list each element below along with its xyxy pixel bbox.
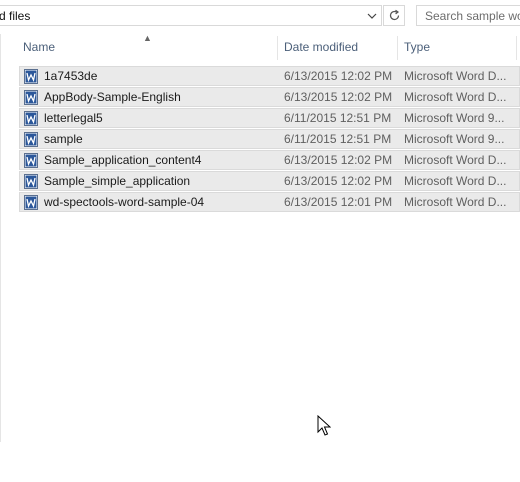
word-document-icon: [24, 174, 38, 189]
file-row[interactable]: AppBody-Sample-English 6/13/2015 12:02 P…: [19, 87, 520, 107]
file-name: AppBody-Sample-English: [44, 90, 181, 104]
refresh-button[interactable]: [383, 5, 405, 26]
file-row[interactable]: Sample_simple_application 6/13/2015 12:0…: [19, 171, 520, 191]
file-name: sample: [44, 132, 83, 146]
word-document-icon: [24, 195, 38, 210]
sort-ascending-icon: ▲: [143, 33, 152, 43]
file-name: 1a7453de: [44, 69, 98, 83]
column-header-name[interactable]: Name: [23, 36, 55, 60]
search-box[interactable]: Search sample wo: [416, 5, 520, 26]
toolbar: d files Search sample wo: [0, 0, 520, 34]
file-type: Microsoft Word D...: [404, 153, 507, 167]
refresh-icon: [389, 9, 400, 21]
address-bar[interactable]: d files: [0, 5, 382, 26]
search-placeholder: Search sample wo: [425, 9, 520, 23]
column-header-type[interactable]: Type: [404, 36, 430, 60]
file-name: Sample_application_content4: [44, 153, 202, 167]
address-path[interactable]: d files: [0, 9, 30, 23]
file-type: Microsoft Word D...: [404, 174, 507, 188]
column-resize-handle[interactable]: [277, 36, 278, 60]
file-date: 6/13/2015 12:01 PM: [284, 195, 393, 209]
file-date: 6/13/2015 12:02 PM: [284, 174, 393, 188]
file-name: Sample_simple_application: [44, 174, 191, 188]
file-type: Microsoft Word 9...: [404, 132, 505, 146]
column-resize-handle[interactable]: [397, 36, 398, 60]
navigation-pane-border: [0, 34, 1, 442]
file-date: 6/13/2015 12:02 PM: [284, 69, 393, 83]
file-row[interactable]: 1a7453de 6/13/2015 12:02 PM Microsoft Wo…: [19, 66, 520, 86]
column-header-row: ▲ Name Date modified Type: [18, 33, 520, 60]
word-document-icon: [24, 132, 38, 147]
file-type: Microsoft Word D...: [404, 69, 507, 83]
mouse-pointer-icon: [317, 415, 331, 436]
file-date: 6/13/2015 12:02 PM: [284, 153, 393, 167]
file-type: Microsoft Word D...: [404, 90, 507, 104]
column-header-date[interactable]: Date modified: [284, 36, 358, 60]
file-name: letterlegal5: [44, 111, 103, 125]
word-document-icon: [24, 69, 38, 84]
file-date: 6/11/2015 12:51 PM: [284, 111, 392, 125]
file-row[interactable]: sample 6/11/2015 12:51 PM Microsoft Word…: [19, 129, 520, 149]
file-date: 6/13/2015 12:02 PM: [284, 90, 393, 104]
word-document-icon: [24, 90, 38, 105]
word-document-icon: [24, 111, 38, 126]
file-name: wd-spectools-word-sample-04: [44, 195, 205, 209]
file-row[interactable]: letterlegal5 6/11/2015 12:51 PM Microsof…: [19, 108, 520, 128]
chevron-down-icon[interactable]: [365, 9, 379, 23]
file-type: Microsoft Word 9...: [404, 111, 505, 125]
file-row[interactable]: Sample_application_content4 6/13/2015 12…: [19, 150, 520, 170]
file-row[interactable]: wd-spectools-word-sample-04 6/13/2015 12…: [19, 192, 520, 212]
word-document-icon: [24, 153, 38, 168]
file-type: Microsoft Word D...: [404, 195, 507, 209]
column-resize-handle[interactable]: [516, 36, 517, 60]
file-date: 6/11/2015 12:51 PM: [284, 132, 392, 146]
